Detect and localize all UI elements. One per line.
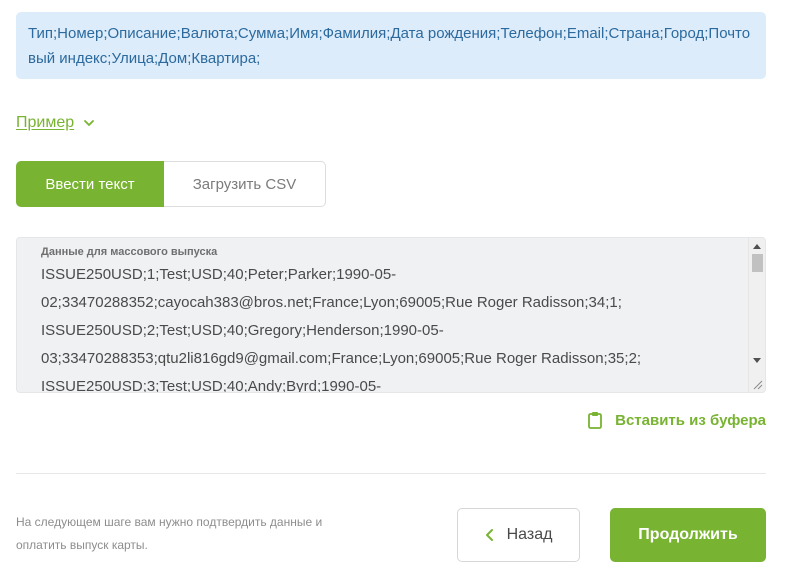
bulk-data-line: ISSUE250USD;1;Test;USD;40;Peter;Parker;1… xyxy=(41,266,397,283)
scroll-up-arrow-icon[interactable] xyxy=(753,244,761,249)
csv-format-text: Тип;Номер;Описание;Валюта;Сумма;Имя;Фами… xyxy=(28,25,751,67)
example-toggle[interactable]: Пример xyxy=(16,112,96,134)
clipboard-icon xyxy=(588,412,603,429)
bulk-data-line: 02;33470288352;cayocah383@bros.net;Franc… xyxy=(41,294,622,311)
example-toggle-label: Пример xyxy=(16,114,75,131)
tab-upload-csv[interactable]: Загрузить CSV xyxy=(164,161,326,207)
textarea-scrollbar[interactable] xyxy=(748,238,765,392)
bulk-data-textarea[interactable]: Данные для массового выпуска ISSUE250USD… xyxy=(16,237,766,393)
paste-from-clipboard-button[interactable]: Вставить из буфера xyxy=(587,409,766,431)
back-button-label: Назад xyxy=(506,526,553,543)
back-button[interactable]: Назад xyxy=(457,508,580,562)
resize-grip-icon[interactable] xyxy=(751,378,763,390)
tab-enter-text[interactable]: Ввести текст xyxy=(16,161,164,207)
continue-button-label: Продолжить xyxy=(638,526,738,543)
chevron-down-icon xyxy=(84,120,95,126)
bulk-data-content[interactable]: ISSUE250USD;1;Test;USD;40;Peter;Parker;1… xyxy=(41,261,741,393)
input-mode-tabs: Ввести текст Загрузить CSV xyxy=(16,161,326,207)
next-step-hint: На следующем шаге вам нужно подтвердить … xyxy=(16,515,323,552)
bulk-data-line: ISSUE250USD;3;Test;USD;40;Andy;Byrd;1990… xyxy=(41,378,382,393)
bulk-data-line: ISSUE250USD;2;Test;USD;40;Gregory;Hender… xyxy=(41,322,444,339)
paste-button-label: Вставить из буфера xyxy=(615,411,766,429)
continue-button[interactable]: Продолжить xyxy=(610,508,766,562)
footer-divider xyxy=(16,473,766,474)
scroll-thumb[interactable] xyxy=(752,254,763,272)
chevron-left-icon xyxy=(485,529,493,541)
scroll-down-arrow-icon[interactable] xyxy=(753,358,761,363)
csv-format-info: Тип;Номер;Описание;Валюта;Сумма;Имя;Фами… xyxy=(16,12,766,79)
bulk-data-line: 03;33470288353;qtu2li816gd9@gmail.com;Fr… xyxy=(41,350,642,367)
bulk-data-label: Данные для массового выпуска xyxy=(41,246,218,258)
